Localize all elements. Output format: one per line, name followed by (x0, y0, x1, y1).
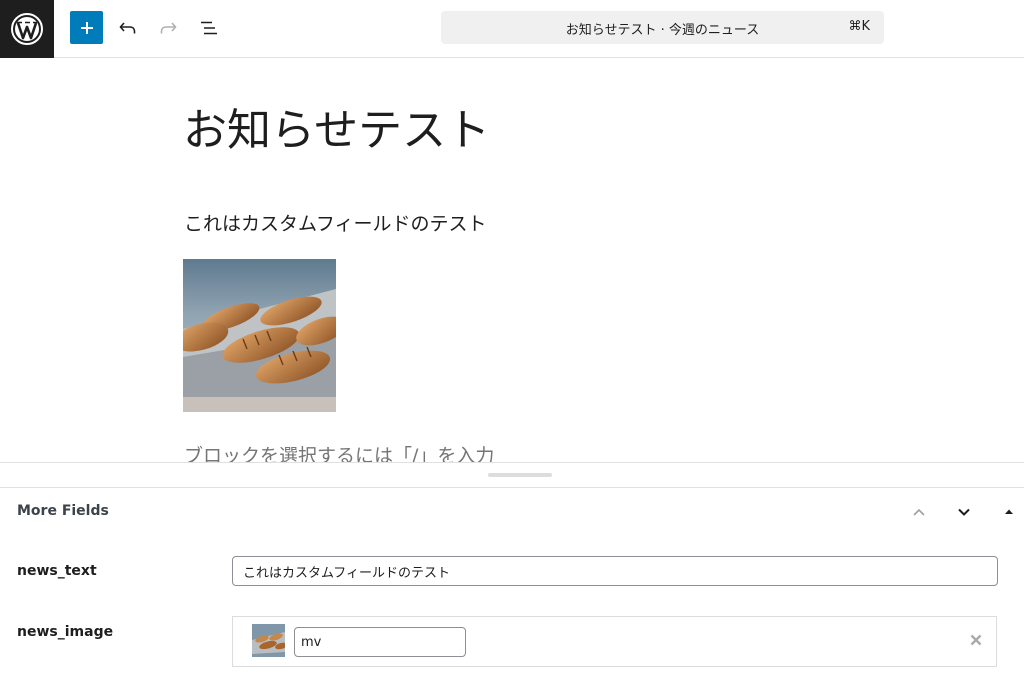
meta-box-panel: More Fields news_text news_image (0, 488, 1024, 674)
news-image-name-input[interactable] (294, 627, 466, 657)
list-view-icon (201, 21, 217, 35)
post-title[interactable]: お知らせテスト (183, 103, 490, 159)
document-title-label: お知らせテスト · 今週のニュース (565, 23, 760, 38)
news-text-input[interactable] (232, 556, 998, 586)
command-palette-button[interactable]: お知らせテスト · 今週のニュース ⌘K (441, 11, 884, 44)
move-down-button[interactable] (952, 500, 976, 524)
resize-handle[interactable] (488, 473, 552, 477)
paragraph-block[interactable]: これはカスタムフィールドのテスト (184, 209, 486, 236)
triangle-up-icon (1005, 509, 1013, 514)
croissant-thumbnail (252, 624, 285, 657)
croissant-photo (183, 259, 336, 412)
shortcut-hint: ⌘K (848, 19, 870, 34)
chevron-down-icon (958, 508, 970, 516)
plus-icon (80, 21, 93, 34)
undo-button[interactable] (113, 13, 143, 43)
move-up-button[interactable] (907, 500, 931, 524)
news-text-label: news_text (17, 563, 97, 579)
meta-box-heading[interactable]: More Fields (17, 503, 109, 519)
remove-image-button[interactable] (970, 631, 982, 650)
chevron-up-icon (913, 508, 925, 516)
wordpress-logo-icon[interactable] (0, 0, 54, 58)
redo-button[interactable] (153, 13, 183, 43)
add-block-button[interactable] (70, 11, 103, 44)
redo-icon (160, 22, 177, 34)
editor-toolbar: お知らせテスト · 今週のニュース ⌘K (0, 0, 1024, 58)
image-block[interactable] (183, 259, 336, 412)
undo-icon (119, 22, 136, 34)
block-appender-placeholder[interactable]: ブロックを選択するには「/」を入力 (184, 441, 494, 462)
document-overview-button[interactable] (194, 13, 224, 43)
news-image-field (232, 616, 997, 667)
close-icon (970, 634, 982, 646)
editor-canvas: お知らせテスト これはカスタムフィールドのテスト ブロックを選択するには「/」を… (0, 59, 1024, 462)
meta-box-resize-bar (0, 462, 1024, 488)
image-thumbnail[interactable] (252, 624, 285, 657)
news-image-label: news_image (17, 624, 114, 640)
toggle-panel-button[interactable] (997, 500, 1021, 524)
